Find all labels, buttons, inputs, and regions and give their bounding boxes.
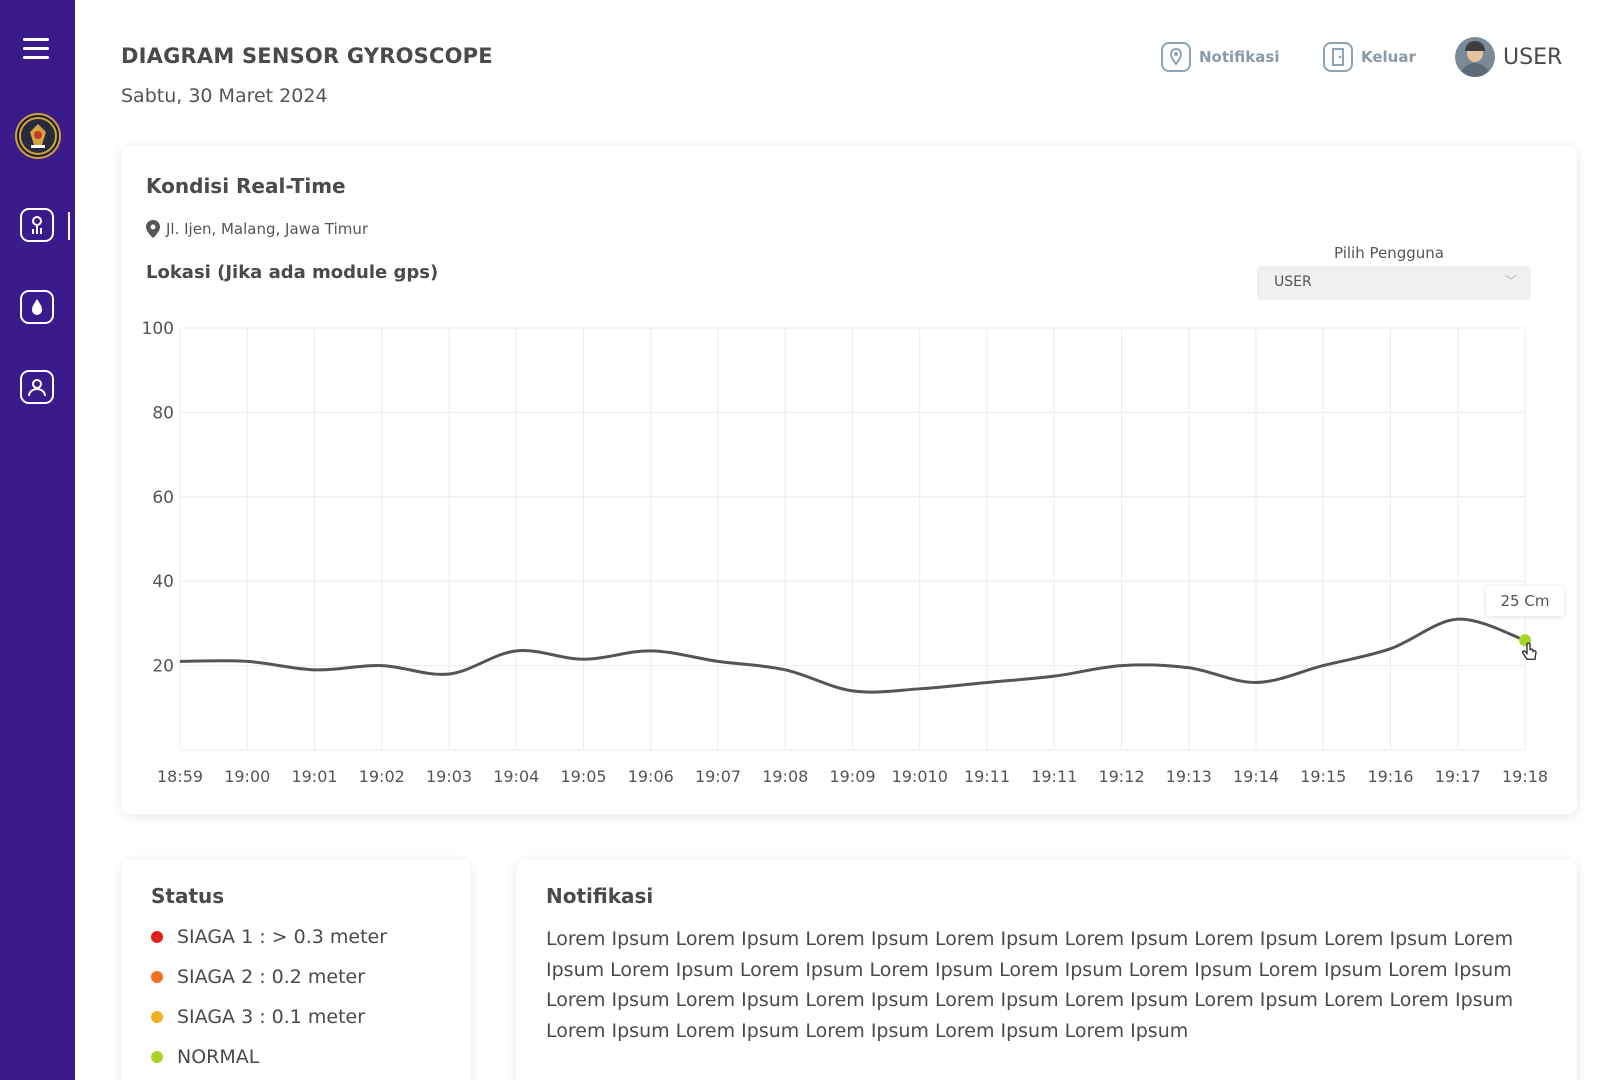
x-tick-label: 19:07 — [695, 767, 741, 786]
status-dot-siaga-1 — [151, 931, 163, 943]
notification-title: Notifikasi — [546, 884, 654, 908]
x-tick-label: 19:17 — [1435, 767, 1481, 786]
status-item: SIAGA 2 : 0.2 meter — [151, 966, 365, 988]
x-tick-label: 19:05 — [560, 767, 606, 786]
status-dot-siaga-2 — [151, 971, 163, 983]
status-dot-siaga-3 — [151, 1011, 163, 1023]
notification-text: Lorem Ipsum Lorem Ipsum Lorem Ipsum Lore… — [546, 928, 1514, 1042]
x-tick-label: 19:00 — [224, 767, 270, 786]
status-item: NORMAL — [151, 1046, 259, 1068]
y-tick-label: 60 — [152, 488, 174, 508]
y-tick-label: 20 — [152, 657, 174, 677]
x-tick-label: 19:15 — [1300, 767, 1346, 786]
x-tick-label: 19:04 — [493, 767, 539, 786]
x-tick-label: 19:11 — [964, 767, 1010, 786]
x-tick-label: 19:16 — [1367, 767, 1413, 786]
x-tick-label: 19:03 — [426, 767, 472, 786]
status-item: SIAGA 1 : > 0.3 meter — [151, 926, 387, 948]
x-tick-label: 19:01 — [291, 767, 337, 786]
x-tick-label: 19:02 — [359, 767, 405, 786]
x-tick-label: 19:09 — [829, 767, 875, 786]
status-item: SIAGA 3 : 0.1 meter — [151, 1006, 365, 1028]
status-label: SIAGA 2 : 0.2 meter — [177, 966, 366, 988]
status-label: SIAGA 3 : 0.1 meter — [177, 1006, 366, 1028]
x-tick-label: 19:06 — [628, 767, 674, 786]
status-label: SIAGA 1 : > 0.3 meter — [177, 926, 388, 948]
chart-tooltip: 25 Cm — [1486, 586, 1564, 616]
x-tick-label: 19:12 — [1098, 767, 1144, 786]
status-label: NORMAL — [177, 1046, 260, 1068]
x-tick-label: 19:14 — [1233, 767, 1279, 786]
y-tick-label: 80 — [152, 403, 174, 423]
x-tick-label: 18:59 — [157, 767, 203, 786]
x-tick-label: 19:11 — [1031, 767, 1077, 786]
x-tick-label: 19:13 — [1166, 767, 1212, 786]
status-dot-normal — [151, 1051, 163, 1063]
y-tick-label: 100 — [142, 319, 174, 339]
x-tick-label: 19:010 — [892, 767, 948, 786]
status-title: Status — [151, 884, 225, 908]
x-tick-label: 19:18 — [1502, 767, 1548, 786]
x-tick-label: 19:08 — [762, 767, 808, 786]
notification-card: Notifikasi Lorem Ipsum Lorem Ipsum Lorem… — [516, 860, 1577, 1080]
status-card: Status SIAGA 1 : > 0.3 meter SIAGA 2 : 0… — [121, 860, 471, 1080]
y-tick-label: 40 — [152, 572, 174, 592]
